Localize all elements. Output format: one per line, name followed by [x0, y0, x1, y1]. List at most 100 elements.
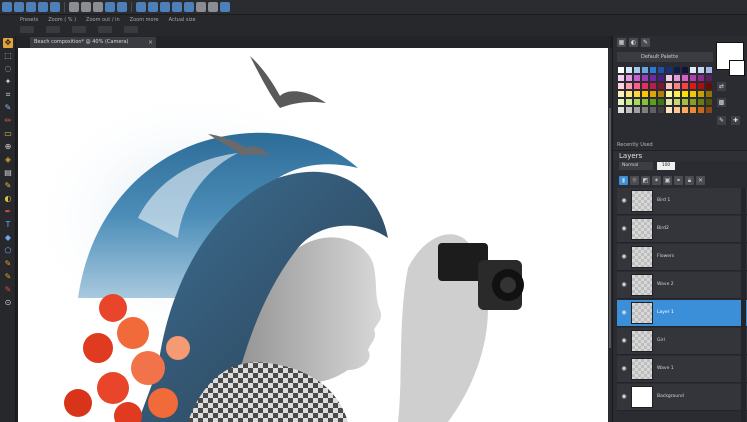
effects-icon[interactable] [184, 2, 194, 12]
palette-swatch[interactable] [617, 74, 625, 82]
palette-swatch[interactable] [665, 74, 673, 82]
palette-swatch[interactable] [657, 90, 665, 98]
palette-swatch[interactable] [673, 106, 681, 114]
palette-swatch[interactable] [705, 82, 713, 90]
mask-icon[interactable]: ◩ [641, 176, 650, 185]
effects-layer-icon[interactable]: ✶ [652, 176, 661, 185]
brush-icon[interactable]: ✏ [3, 116, 13, 126]
palette-swatch[interactable] [633, 66, 641, 74]
adjust-layer-icon[interactable]: ☼ [630, 176, 639, 185]
palette-swatch[interactable] [641, 74, 649, 82]
new-layer-icon[interactable]: ▮ [619, 176, 628, 185]
palette-swatch[interactable] [649, 82, 657, 90]
close-icon[interactable]: × [148, 37, 153, 48]
redo-icon[interactable] [117, 2, 127, 12]
palette-swatch[interactable] [673, 98, 681, 106]
gradient-icon[interactable]: ▤ [3, 168, 13, 178]
highlight-icon[interactable]: ✎ [3, 181, 13, 191]
vector-icon[interactable]: ⬠ [3, 246, 13, 256]
palette-swatch[interactable] [633, 106, 641, 114]
palette-swatch[interactable] [657, 74, 665, 82]
layer-row[interactable]: ◉ Bird 1 [617, 188, 747, 215]
palette-swatch[interactable] [705, 74, 713, 82]
palette-swatch[interactable] [697, 82, 705, 90]
palette-swatch[interactable] [697, 66, 705, 74]
palette-swatch[interactable] [689, 66, 697, 74]
palette-swatch[interactable] [665, 98, 673, 106]
palette-swatch[interactable] [689, 82, 697, 90]
zoom-out-in-buttons[interactable] [72, 26, 86, 33]
palette-swatch[interactable] [649, 98, 657, 106]
palette-swatch[interactable] [633, 82, 641, 90]
layer-row[interactable]: ◉ Girl [617, 328, 747, 355]
zoom-more-buttons[interactable] [98, 26, 112, 33]
retouch-icon[interactable]: ✎ [3, 285, 13, 295]
zoom-in-icon[interactable] [196, 2, 206, 12]
open-file-icon[interactable] [14, 2, 24, 12]
palette-swatch[interactable] [697, 98, 705, 106]
palette-swatch[interactable] [625, 82, 633, 90]
palette-swatch[interactable] [673, 90, 681, 98]
dodge-icon[interactable]: ◐ [3, 194, 13, 204]
palette-swatch[interactable] [657, 66, 665, 74]
swatch-set-dropdown[interactable]: Default Palette [617, 52, 713, 62]
palette-swatch[interactable] [705, 66, 713, 74]
palette-swatch[interactable] [681, 98, 689, 106]
resize-icon[interactable] [160, 2, 170, 12]
palette-swatch[interactable] [681, 82, 689, 90]
palette-swatch[interactable] [617, 106, 625, 114]
palette-tab-icon[interactable]: ▦ [617, 38, 626, 47]
palette-swatch[interactable] [681, 90, 689, 98]
palette-swatch[interactable] [689, 98, 697, 106]
palette-swatch[interactable] [657, 82, 665, 90]
palette-swatch[interactable] [617, 82, 625, 90]
palette-swatch[interactable] [649, 90, 657, 98]
palette-swatch[interactable] [625, 106, 633, 114]
eyedropper-icon[interactable]: ✎ [3, 103, 13, 113]
layer-row[interactable]: ◉ Flowers [617, 244, 747, 271]
lock-icon[interactable]: 🔒︎ [685, 176, 694, 185]
texture-icon[interactable]: ▩ [717, 98, 726, 107]
paint-icon[interactable]: ✎ [3, 259, 13, 269]
swatch-tab-icon[interactable]: ✎ [641, 38, 650, 47]
magic-wand-icon[interactable]: ✦ [3, 77, 13, 87]
palette-swatch[interactable] [665, 106, 673, 114]
canvas-scrollbar-thumb[interactable] [609, 108, 611, 348]
delete-layer-icon[interactable]: ✕ [696, 176, 705, 185]
palette-swatch[interactable] [641, 98, 649, 106]
palette-swatch[interactable] [625, 98, 633, 106]
layers-scrollbar[interactable] [741, 188, 746, 422]
opacity-field[interactable]: 100 [657, 162, 675, 170]
clone-icon[interactable]: ⊕ [3, 142, 13, 152]
flip-icon[interactable] [148, 2, 158, 12]
palette-swatch[interactable] [617, 98, 625, 106]
palette-swatch[interactable] [673, 82, 681, 90]
layer-row[interactable]: ◉ Wave 1 [617, 356, 747, 383]
cut-icon[interactable] [69, 2, 79, 12]
palette-swatch[interactable] [681, 74, 689, 82]
swap-colors-icon[interactable]: ⇄ [717, 82, 726, 91]
palette-swatch[interactable] [673, 74, 681, 82]
palette-swatch[interactable] [625, 90, 633, 98]
rainbow-tab-icon[interactable]: ◐ [629, 38, 638, 47]
layer-row[interactable]: ◉ Layer 1 [617, 300, 747, 327]
palette-swatch[interactable] [641, 106, 649, 114]
palette-swatch[interactable] [641, 66, 649, 74]
palette-swatch[interactable] [681, 66, 689, 74]
new-file-icon[interactable] [2, 2, 12, 12]
palette-swatch[interactable] [657, 98, 665, 106]
palette-swatch[interactable] [673, 66, 681, 74]
image-canvas[interactable] [18, 48, 608, 422]
add-swatch-icon[interactable]: ✚ [731, 116, 740, 125]
palette-swatch[interactable] [641, 82, 649, 90]
palette-swatch[interactable] [665, 66, 673, 74]
document-tab[interactable]: Beach composition* @ 40% (Camera) × [30, 37, 156, 48]
palette-swatch[interactable] [641, 90, 649, 98]
text-icon[interactable]: T [3, 220, 13, 230]
palette-swatch[interactable] [689, 90, 697, 98]
paste-icon[interactable] [93, 2, 103, 12]
palette-swatch[interactable] [665, 82, 673, 90]
link-icon[interactable]: ⚭ [674, 176, 683, 185]
palette-swatch[interactable] [657, 106, 665, 114]
palette-swatch[interactable] [689, 74, 697, 82]
